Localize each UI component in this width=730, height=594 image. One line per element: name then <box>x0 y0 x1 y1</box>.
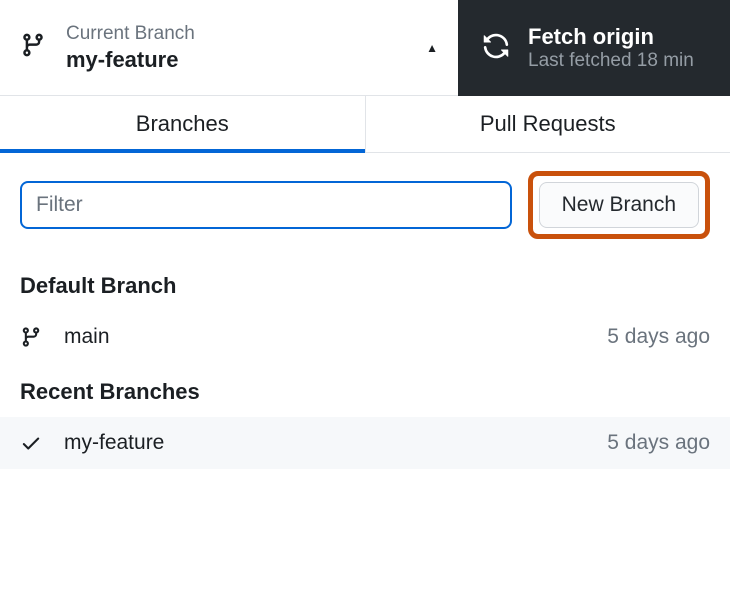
tab-branches[interactable]: Branches <box>0 96 366 152</box>
branch-time: 5 days ago <box>607 325 710 349</box>
check-icon <box>20 432 44 454</box>
default-branch-header: Default Branch <box>0 257 730 311</box>
fetch-origin-title: Fetch origin <box>528 24 694 50</box>
tab-pull-requests[interactable]: Pull Requests <box>366 96 730 152</box>
git-branch-icon <box>20 325 44 349</box>
new-branch-highlight: New Branch <box>528 171 710 239</box>
fetch-origin-subtitle: Last fetched 18 min <box>528 50 694 72</box>
branch-time: 5 days ago <box>607 431 710 455</box>
chevron-up-icon: ▲ <box>426 41 438 55</box>
sync-icon <box>482 32 510 65</box>
fetch-origin-button[interactable]: Fetch origin Last fetched 18 min <box>458 0 730 96</box>
branch-name: my-feature <box>64 431 607 455</box>
current-branch-label: Current Branch <box>66 23 426 45</box>
filter-input[interactable] <box>20 181 512 229</box>
new-branch-button[interactable]: New Branch <box>539 182 699 228</box>
branch-row-default[interactable]: main 5 days ago <box>0 311 730 363</box>
recent-branches-header: Recent Branches <box>0 363 730 417</box>
branch-name: main <box>64 325 607 349</box>
branch-row-recent[interactable]: my-feature 5 days ago <box>0 417 730 469</box>
git-branch-icon <box>20 30 46 65</box>
current-branch-selector[interactable]: Current Branch my-feature ▲ <box>0 0 458 96</box>
current-branch-name: my-feature <box>66 47 426 73</box>
